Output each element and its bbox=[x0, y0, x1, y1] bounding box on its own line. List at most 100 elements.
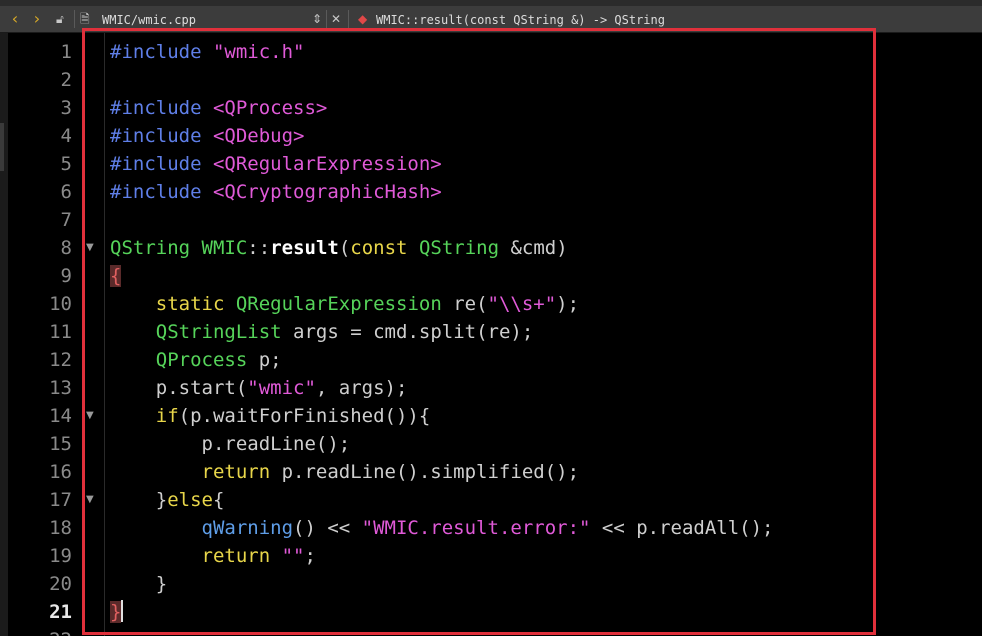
line-number: 5 bbox=[60, 153, 72, 175]
line-number: 11 bbox=[49, 321, 72, 343]
line-number: 12 bbox=[49, 349, 72, 371]
code-line: #include <QProcess> bbox=[110, 94, 327, 122]
close-icon[interactable]: ✕ bbox=[331, 6, 343, 32]
code-line: QStringList args = cmd.split(re); bbox=[110, 318, 534, 346]
code-token: QString bbox=[110, 237, 191, 259]
line-number: 22 bbox=[8, 626, 72, 636]
line-number: 2 bbox=[60, 69, 72, 91]
line-number: 18 bbox=[49, 517, 72, 539]
code-token: &cmd) bbox=[499, 237, 568, 259]
code-token: #include bbox=[110, 125, 213, 147]
code-line: return ""; bbox=[110, 542, 316, 570]
fold-toggle-icon[interactable]: ▼ bbox=[86, 234, 96, 262]
code-token: #include bbox=[110, 181, 213, 203]
code-line: { bbox=[110, 262, 122, 290]
code-token: } bbox=[110, 489, 168, 511]
code-token: QString bbox=[418, 237, 500, 259]
chevron-right-icon[interactable]: › bbox=[28, 6, 46, 32]
code-token: "\\s+" bbox=[487, 293, 557, 315]
code-token: p.readLine(); bbox=[110, 433, 351, 455]
fold-toggle-icon[interactable]: ▼ bbox=[86, 402, 96, 430]
code-token: << p.readAll(); bbox=[590, 517, 774, 539]
line-number: 13 bbox=[49, 377, 72, 399]
code-line: #include "wmic.h" bbox=[110, 38, 304, 66]
code-token: #include bbox=[110, 97, 213, 119]
code-token: return bbox=[201, 545, 271, 567]
line-number-gutter: 12345678▼91011121314▼151617▼1819202122 bbox=[8, 33, 94, 636]
code-token: #include bbox=[110, 153, 213, 175]
code-token: const bbox=[350, 237, 408, 259]
code-line: } bbox=[110, 598, 124, 626]
code-token: qWarning bbox=[201, 517, 294, 539]
code-token: , args); bbox=[315, 377, 408, 399]
line-number: 8 bbox=[60, 237, 72, 259]
code-token: <QCryptographicHash> bbox=[212, 181, 442, 203]
code-line: qWarning() << "WMIC.result.error:" << p.… bbox=[110, 514, 774, 542]
code-token: <QDebug> bbox=[212, 125, 305, 147]
symbol-icon: ◆ bbox=[358, 12, 368, 26]
code-token: args = cmd.split(re); bbox=[281, 321, 534, 343]
line-number: 4 bbox=[60, 125, 72, 147]
line-number: 20 bbox=[49, 573, 72, 595]
scroll-marker bbox=[0, 123, 4, 171]
code-token: ; bbox=[304, 545, 316, 567]
code-token: QStringList bbox=[155, 321, 282, 343]
line-number: 6 bbox=[60, 181, 72, 203]
code-line: p.start("wmic", args); bbox=[110, 374, 408, 402]
code-token: <QProcess> bbox=[212, 97, 328, 119]
code-token: result bbox=[270, 237, 339, 259]
text-cursor bbox=[121, 600, 124, 622]
code-token: p.start( bbox=[110, 377, 248, 399]
code-token: p.readLine().simplified(); bbox=[270, 461, 580, 483]
code-line: #include <QDebug> bbox=[110, 122, 304, 150]
code-line: return p.readLine().simplified(); bbox=[110, 458, 580, 486]
side-bar-strip bbox=[0, 33, 8, 636]
file-path-selector[interactable]: WMIC/wmic.cpp bbox=[102, 6, 196, 32]
code-token: { bbox=[110, 265, 122, 287]
fold-toggle-icon[interactable]: ▼ bbox=[86, 486, 96, 514]
code-line: static QRegularExpression re("\\s+"); bbox=[110, 290, 579, 318]
code-token: } bbox=[110, 601, 122, 623]
code-token: "wmic.h" bbox=[212, 41, 305, 63]
line-number: 1 bbox=[60, 41, 72, 63]
code-token: static bbox=[155, 293, 225, 315]
line-number: 14 bbox=[49, 405, 72, 427]
code-token: #include bbox=[110, 41, 213, 63]
chevron-left-icon[interactable]: ‹ bbox=[6, 6, 24, 32]
line-number: 15 bbox=[49, 433, 72, 455]
symbol-selector[interactable]: WMIC::result(const QString &) -> QString bbox=[376, 6, 665, 32]
code-token: ); bbox=[556, 293, 580, 315]
code-token: else bbox=[167, 489, 213, 511]
code-line: } bbox=[110, 570, 167, 598]
code-line: #include <QCryptographicHash> bbox=[110, 178, 442, 206]
code-line: p.readLine(); bbox=[110, 430, 351, 458]
code-token: "WMIC.result.error:" bbox=[361, 517, 591, 539]
code-token: "" bbox=[281, 545, 305, 567]
line-number: 3 bbox=[60, 97, 72, 119]
code-line: if(p.waitForFinished()){ bbox=[110, 402, 431, 430]
code-token: } bbox=[110, 573, 168, 595]
line-number: 10 bbox=[49, 293, 72, 315]
dropdown-arrows-icon[interactable]: ⇕ bbox=[312, 6, 324, 32]
line-number: 21 bbox=[49, 601, 72, 623]
code-token: { bbox=[212, 489, 225, 511]
lock-icon[interactable]: 🔓︎ bbox=[56, 6, 70, 32]
code-token: :: bbox=[247, 237, 271, 259]
code-token: return bbox=[201, 461, 271, 483]
editor-toolbar: ‹ › 🔓︎ 🗎︎ WMIC/wmic.cpp ⇕ ✕ ◆ WMIC::resu… bbox=[0, 6, 982, 33]
code-line: QString WMIC::result(const QString &cmd) bbox=[110, 234, 568, 262]
file-icon: 🗎︎ bbox=[80, 12, 90, 26]
code-token: (p.waitForFinished()){ bbox=[178, 405, 431, 427]
code-token: () << bbox=[293, 517, 362, 539]
code-line: #include <QRegularExpression> bbox=[110, 150, 442, 178]
code-token: p; bbox=[247, 349, 282, 371]
